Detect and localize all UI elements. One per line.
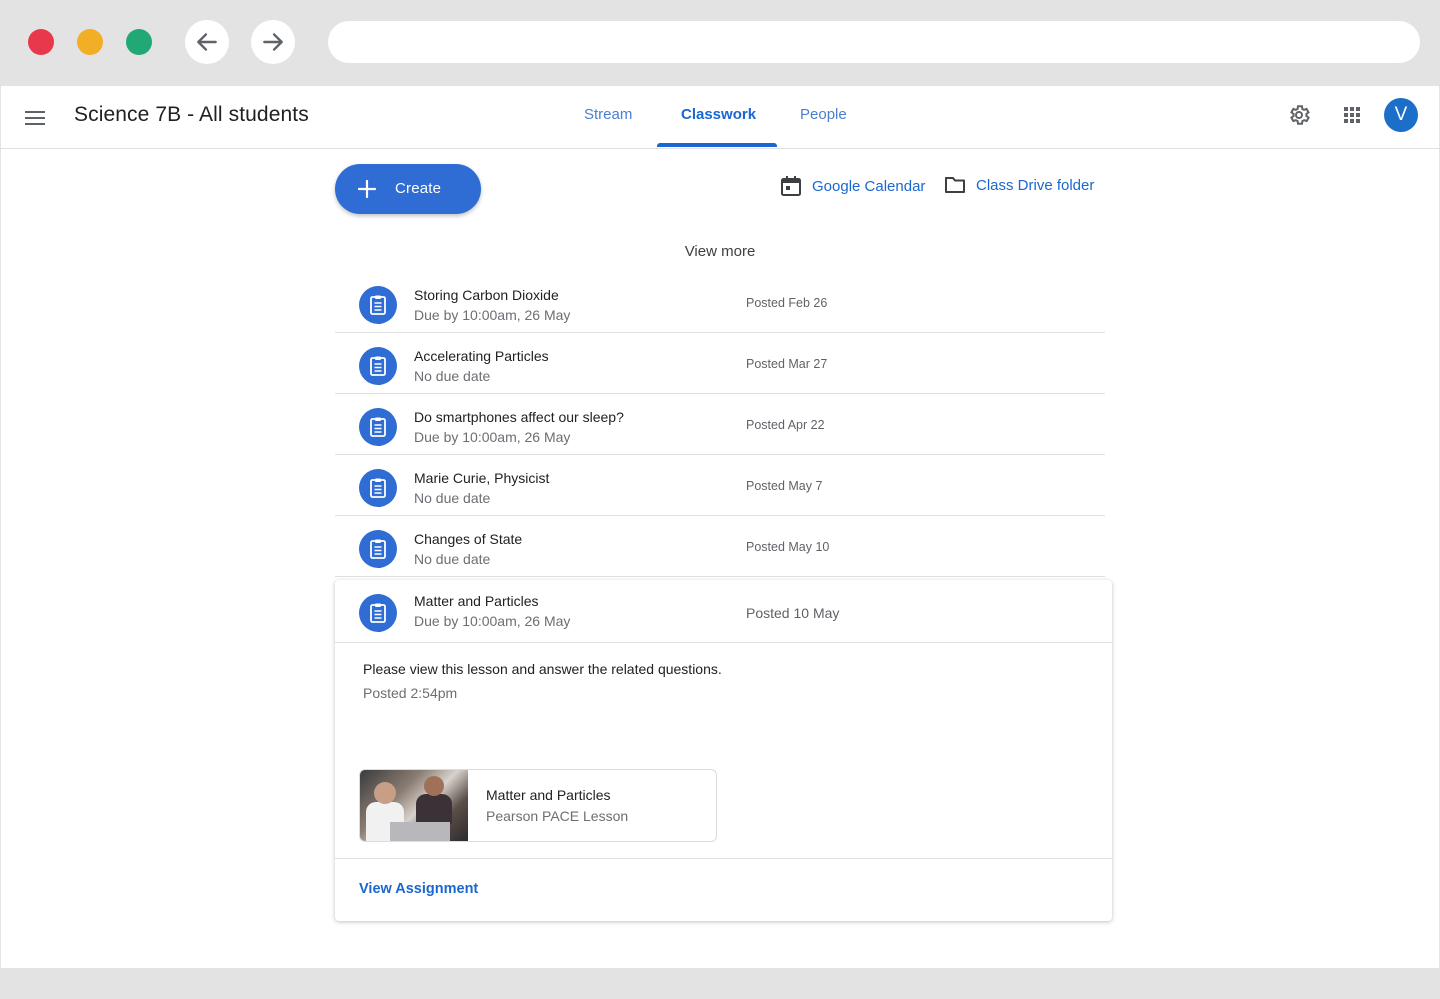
calendar-icon bbox=[781, 176, 801, 196]
assignment-posted: Posted Apr 22 bbox=[746, 418, 825, 432]
maximize-window-dot[interactable] bbox=[126, 29, 152, 55]
assignment-due: No due date bbox=[414, 490, 491, 506]
class-drive-folder-label: Class Drive folder bbox=[976, 176, 1095, 194]
assignment-posted: Posted May 7 bbox=[746, 479, 823, 493]
arrow-left-icon bbox=[197, 33, 217, 51]
back-button[interactable] bbox=[185, 20, 229, 64]
assignment-due: Due by 10:00am, 26 May bbox=[414, 307, 571, 323]
plus-icon bbox=[357, 179, 377, 199]
expanded-assignment-card: Matter and Particles Due by 10:00am, 26 … bbox=[335, 580, 1112, 921]
assignment-title: Accelerating Particles bbox=[414, 348, 549, 364]
card-footer: View Assignment bbox=[335, 858, 1112, 921]
forward-button[interactable] bbox=[251, 20, 295, 64]
assignment-icon bbox=[359, 469, 397, 507]
tab-stream[interactable]: Stream bbox=[584, 106, 632, 123]
window-bottom-edge bbox=[0, 968, 1440, 999]
assignment-posted: Posted Feb 26 bbox=[746, 296, 828, 310]
attachment-thumbnail bbox=[360, 770, 468, 841]
assignment-due: Due by 10:00am, 26 May bbox=[414, 429, 571, 445]
list-item[interactable]: Changes of State No due date Posted May … bbox=[335, 516, 1105, 577]
list-item[interactable]: Do smartphones affect our sleep? Due by … bbox=[335, 394, 1105, 455]
create-button[interactable]: Create bbox=[335, 164, 481, 214]
list-item[interactable]: Accelerating Particles No due date Poste… bbox=[335, 333, 1105, 394]
assignment-title: Changes of State bbox=[414, 531, 523, 547]
class-title[interactable]: Science 7B - All students bbox=[74, 103, 309, 127]
tab-people[interactable]: People bbox=[800, 106, 847, 123]
view-more-link[interactable]: View more bbox=[1, 243, 1439, 260]
menu-icon[interactable] bbox=[23, 106, 47, 130]
assignment-due: No due date bbox=[414, 368, 491, 384]
gear-icon[interactable] bbox=[1287, 103, 1311, 127]
google-calendar-link[interactable]: Google Calendar bbox=[780, 175, 925, 197]
tab-classwork[interactable]: Classwork bbox=[681, 106, 756, 123]
lesson-attachment[interactable]: Matter and Particles Pearson PACE Lesson bbox=[359, 769, 717, 842]
attachment-title: Matter and Particles bbox=[486, 787, 611, 803]
expanded-assignment-posted: Posted 10 May bbox=[746, 605, 840, 621]
assignment-posted: Posted May 10 bbox=[746, 540, 830, 554]
assignment-instructions: Please view this lesson and answer the r… bbox=[363, 661, 722, 677]
expanded-assignment-header[interactable]: Matter and Particles Due by 10:00am, 26 … bbox=[335, 580, 1112, 643]
assignment-icon bbox=[359, 286, 397, 324]
assignment-title: Storing Carbon Dioxide bbox=[414, 287, 559, 303]
arrow-right-icon bbox=[263, 33, 283, 51]
attachment-subtitle: Pearson PACE Lesson bbox=[486, 808, 629, 824]
assignment-title: Do smartphones affect our sleep? bbox=[414, 409, 624, 425]
assignment-icon bbox=[359, 347, 397, 385]
assignment-list: Storing Carbon Dioxide Due by 10:00am, 2… bbox=[335, 272, 1105, 577]
class-drive-folder-link[interactable]: Class Drive folder bbox=[944, 175, 1094, 195]
view-assignment-link[interactable]: View Assignment bbox=[359, 881, 478, 897]
list-item[interactable]: Marie Curie, Physicist No due date Poste… bbox=[335, 455, 1105, 516]
assignment-icon bbox=[359, 594, 397, 632]
avatar[interactable]: V bbox=[1384, 98, 1418, 132]
folder-icon bbox=[945, 177, 965, 193]
address-bar[interactable] bbox=[328, 21, 1420, 63]
top-bar: Science 7B - All students Stream Classwo… bbox=[1, 86, 1439, 149]
google-calendar-label: Google Calendar bbox=[812, 177, 926, 195]
expanded-assignment-due: Due by 10:00am, 26 May bbox=[414, 613, 571, 629]
assignment-posted: Posted Mar 27 bbox=[746, 357, 828, 371]
assignment-title: Marie Curie, Physicist bbox=[414, 470, 550, 486]
close-window-dot[interactable] bbox=[28, 29, 54, 55]
minimize-window-dot[interactable] bbox=[77, 29, 103, 55]
active-tab-indicator bbox=[657, 143, 777, 147]
expanded-assignment-title: Matter and Particles bbox=[414, 593, 539, 609]
classroom-app: Science 7B - All students Stream Classwo… bbox=[1, 86, 1439, 968]
assignment-posted-time: Posted 2:54pm bbox=[363, 685, 458, 701]
assignment-due: No due date bbox=[414, 551, 491, 567]
browser-chrome bbox=[0, 0, 1440, 86]
create-button-label: Create bbox=[395, 180, 442, 197]
assignment-icon bbox=[359, 408, 397, 446]
assignment-icon bbox=[359, 530, 397, 568]
apps-grid-icon[interactable] bbox=[1340, 103, 1364, 127]
list-item[interactable]: Storing Carbon Dioxide Due by 10:00am, 2… bbox=[335, 272, 1105, 333]
